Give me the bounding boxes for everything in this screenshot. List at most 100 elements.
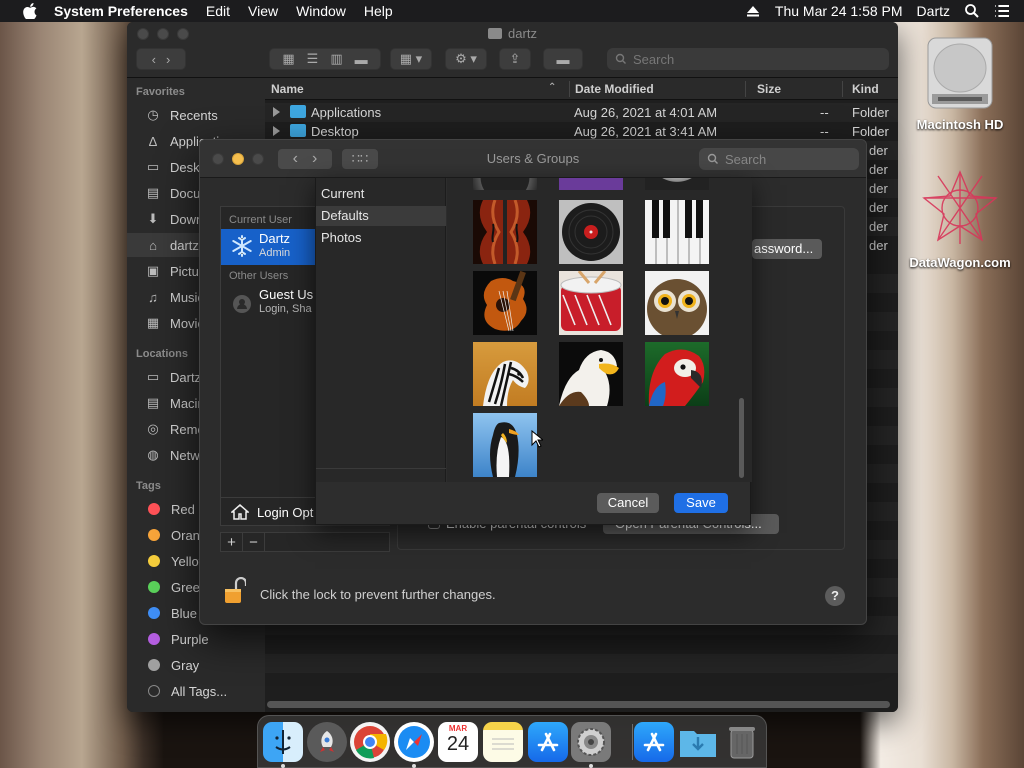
gallery-view-icon[interactable]: ▬ xyxy=(355,52,368,67)
menu-view[interactable]: View xyxy=(248,3,278,19)
help-button[interactable]: ? xyxy=(825,586,845,606)
picture-owl[interactable] xyxy=(645,271,709,335)
picture-penguin[interactable] xyxy=(473,413,537,477)
applications-folder-icon xyxy=(643,732,665,752)
table-row[interactable]: Applications Aug 26, 2021 at 4:01 AM -- … xyxy=(265,103,898,122)
picture-parrot[interactable] xyxy=(645,342,709,406)
add-user-button[interactable]: + xyxy=(221,533,243,551)
category-defaults[interactable]: Defaults xyxy=(316,206,446,226)
dock-chrome[interactable] xyxy=(350,722,390,762)
file-kind: der xyxy=(869,181,888,196)
remove-user-button[interactable]: − xyxy=(243,533,265,551)
download-icon: ⬇ xyxy=(147,211,159,226)
picture-drum[interactable] xyxy=(559,271,623,335)
menu-window[interactable]: Window xyxy=(296,3,346,19)
eagle-icon xyxy=(559,350,619,406)
picture-grid xyxy=(447,178,752,482)
spotlight-search-icon[interactable] xyxy=(964,3,980,19)
picture-zebra[interactable] xyxy=(473,342,537,406)
preferences-search-field[interactable]: Search xyxy=(699,148,859,170)
picture-eagle[interactable] xyxy=(559,342,623,406)
category-current[interactable]: Current xyxy=(316,184,446,204)
eject-icon[interactable] xyxy=(745,3,761,19)
menu-help[interactable]: Help xyxy=(364,3,393,19)
tag-color-dot xyxy=(148,607,160,619)
desktop-icon-datawagon[interactable]: DataWagon.com xyxy=(903,168,1017,270)
tag-color-dot xyxy=(148,555,160,567)
finder-search-field[interactable]: Search xyxy=(607,48,889,70)
drum-icon xyxy=(560,271,622,331)
desktop-icon-macintosh-hd[interactable]: Macintosh HD xyxy=(905,34,1015,132)
chrome-icon xyxy=(354,726,388,759)
cancel-button[interactable]: Cancel xyxy=(597,493,659,513)
tags-header: Tags xyxy=(136,480,161,492)
downloads-folder-icon xyxy=(680,731,716,757)
mouse-cursor-icon xyxy=(531,430,543,448)
group-button[interactable]: ▦ ▾ xyxy=(390,48,432,70)
column-date-modified[interactable]: Date Modified xyxy=(575,82,654,96)
file-size: -- xyxy=(820,105,829,120)
disclosure-triangle-icon[interactable] xyxy=(273,126,280,136)
disclosure-triangle-icon[interactable] xyxy=(273,107,280,117)
view-mode-buttons[interactable]: ▦ ☰ ▥ ▬ xyxy=(269,48,381,70)
picture-piano-keys[interactable] xyxy=(645,200,709,264)
picture-vinyl-record[interactable] xyxy=(559,200,623,264)
picture-violin[interactable] xyxy=(473,200,537,264)
icon-view-icon[interactable]: ▦ xyxy=(282,51,294,67)
sidebar-all-tags[interactable]: All Tags... xyxy=(127,679,265,703)
user-name: Dartz xyxy=(259,231,291,246)
dock-notes[interactable] xyxy=(483,722,523,762)
list-view-icon[interactable]: ☰ xyxy=(307,51,319,67)
column-kind[interactable]: Kind xyxy=(852,82,879,96)
chevron-right-icon[interactable]: › xyxy=(166,52,170,67)
picture-guitar[interactable] xyxy=(473,271,537,335)
lock-icon[interactable] xyxy=(224,577,246,607)
picture-partial-1[interactable] xyxy=(473,178,537,190)
save-button[interactable]: Save xyxy=(674,493,728,513)
column-name[interactable]: Name xyxy=(271,82,304,96)
dock-launchpad[interactable] xyxy=(307,722,347,762)
picture-partial-2[interactable] xyxy=(559,178,623,190)
picture-picker-sheet: Current Defaults Photos Cancel Save xyxy=(315,177,752,525)
file-size: -- xyxy=(820,124,829,139)
sidebar-tag-gray[interactable]: Gray xyxy=(127,653,265,677)
owl-icon xyxy=(647,279,707,335)
share-button[interactable]: ⇪ xyxy=(499,48,531,70)
column-size[interactable]: Size xyxy=(757,82,781,96)
sidebar-tag-purple[interactable]: Purple xyxy=(127,627,265,651)
dock-downloads[interactable] xyxy=(678,722,718,762)
category-photos[interactable]: Photos xyxy=(316,228,446,248)
horizontal-scrollbar[interactable] xyxy=(267,701,890,708)
dock-calendar[interactable]: MAR 24 xyxy=(438,722,478,762)
dock-app-store[interactable] xyxy=(528,722,568,762)
chevron-left-icon[interactable]: ‹ xyxy=(152,52,156,67)
app-menu[interactable]: System Preferences xyxy=(54,3,188,19)
dock-separator xyxy=(632,724,633,760)
sidebar-item-recents[interactable]: ◷ Recents xyxy=(127,103,265,127)
dock-safari[interactable] xyxy=(394,722,434,762)
tag-color-dot xyxy=(148,529,160,541)
dock-system-preferences[interactable] xyxy=(571,722,611,762)
dock-finder[interactable] xyxy=(263,722,303,762)
parrot-icon xyxy=(648,349,705,406)
file-kind: Folder xyxy=(852,105,889,120)
control-center-icon[interactable] xyxy=(994,3,1010,19)
dock-applications-folder[interactable] xyxy=(634,722,674,762)
change-password-button[interactable]: assword... xyxy=(752,239,822,259)
clock-icon: ◷ xyxy=(147,107,159,122)
back-forward-buttons[interactable]: ‹ › xyxy=(136,48,186,70)
picture-partial-3[interactable] xyxy=(645,178,709,190)
user-menu[interactable]: Dartz xyxy=(917,3,950,19)
house-icon xyxy=(231,504,249,520)
sort-chevron-icon[interactable]: ⌃ xyxy=(548,82,556,93)
clock[interactable]: Thu Mar 24 1:58 PM xyxy=(775,3,903,19)
column-view-icon[interactable]: ▥ xyxy=(330,51,342,67)
tags-button[interactable]: ▬ xyxy=(543,48,583,70)
lock-message: Click the lock to prevent further change… xyxy=(260,587,496,602)
apple-menu-icon[interactable] xyxy=(20,3,40,19)
dock-trash[interactable] xyxy=(722,722,762,762)
dock: MAR 24 xyxy=(257,715,767,768)
picture-grid-scrollbar[interactable] xyxy=(739,398,744,478)
action-button[interactable]: ⚙ ▾ xyxy=(445,48,487,70)
menu-edit[interactable]: Edit xyxy=(206,3,230,19)
